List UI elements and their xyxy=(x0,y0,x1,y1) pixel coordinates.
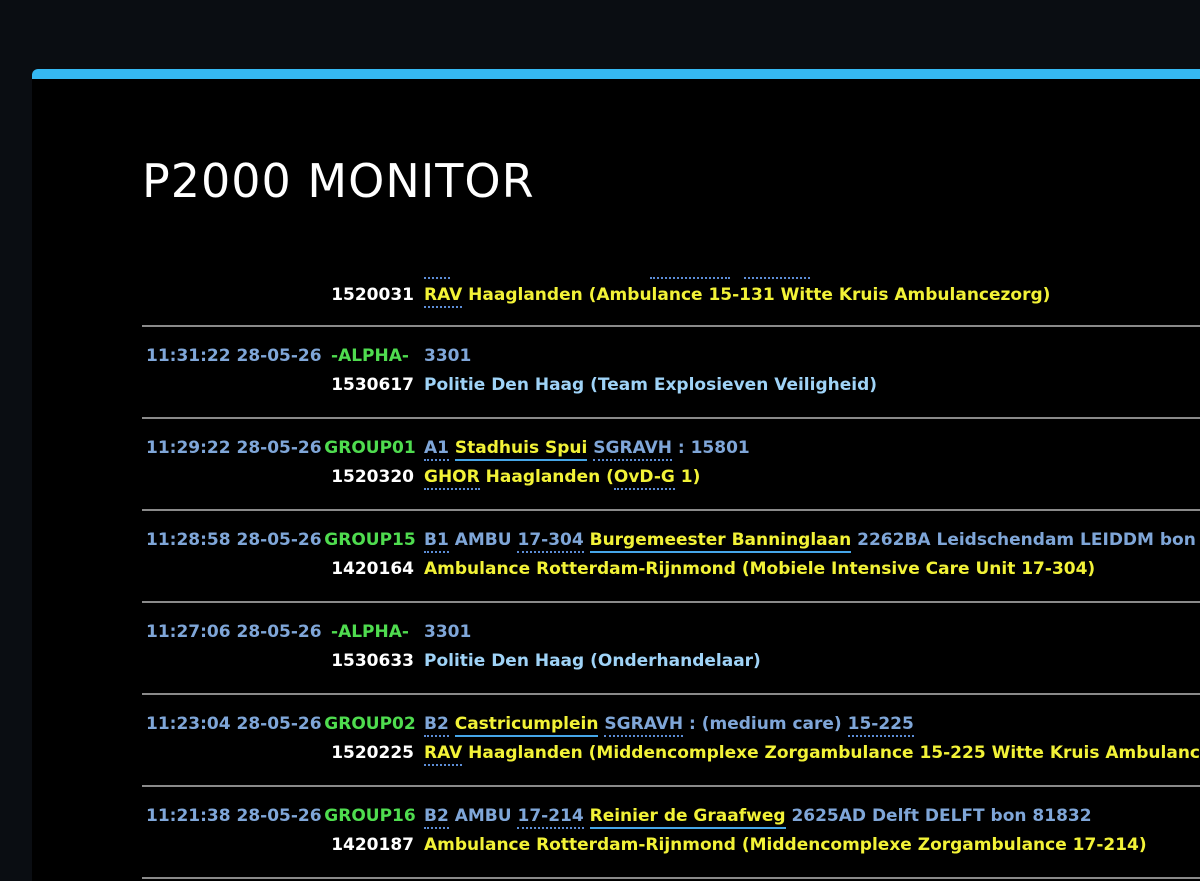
recipient-text: GHOR Haaglanden (OvD-G 1) xyxy=(424,466,701,490)
street-link[interactable]: Reinier de Graafweg xyxy=(589,806,786,829)
message-row: 11:21:38 28-05-26 GROUP16 B2 AMBU 17-214… xyxy=(142,787,1200,879)
message-row: 11:29:22 28-05-26 GROUP01 A1 Stadhuis Sp… xyxy=(142,419,1200,511)
recipient-text: Ambulance Rotterdam-Rijnmond (Mobiele In… xyxy=(424,559,1096,579)
organization-link[interactable]: GHOR xyxy=(424,467,480,490)
priority-link[interactable]: B1 xyxy=(424,530,449,553)
priority-link[interactable]: A1 xyxy=(424,438,449,461)
message-text: B1 AMBU 17-304 Burgemeester Banninglaan … xyxy=(424,529,1200,553)
priority-link[interactable]: B2 xyxy=(424,714,449,737)
recipient-text: Ambulance Rotterdam-Rijnmond (Middencomp… xyxy=(424,835,1147,855)
recipient-detail: Haaglanden (Middencomplexe Zorgambulance… xyxy=(462,743,1200,763)
timestamp: 11:23:04 28-05-26 xyxy=(146,714,322,734)
unit-link[interactable]: OvD-G xyxy=(613,467,675,490)
recipient-detail-end: 1) xyxy=(674,467,701,487)
message-text: B2 Castricumplein SGRAVH : (medium care)… xyxy=(424,713,914,737)
capcode: 1530617 xyxy=(331,375,414,395)
recipient-text: RAV Haaglanden (Middencomplexe Zorgambul… xyxy=(424,742,1200,766)
dotted-link-underline xyxy=(424,277,450,279)
recipient-text: RAV Haaglanden (Ambulance 15-131 Witte K… xyxy=(424,284,1051,308)
message-feed: 1520031 RAV Haaglanden (Ambulance 15-131… xyxy=(142,277,1200,879)
message-row: 11:27:06 28-05-26 -ALPHA- 3301 1530633 P… xyxy=(142,603,1200,695)
organization-link[interactable]: RAV xyxy=(424,285,463,308)
message-text: A1 Stadhuis Spui SGRAVH : 15801 xyxy=(424,437,750,461)
dotted-link-underline xyxy=(650,277,730,279)
recipient-detail: Haaglanden ( xyxy=(479,467,614,487)
message-row: 11:28:58 28-05-26 GROUP15 B1 AMBU 17-304… xyxy=(142,511,1200,603)
group-label: -ALPHA- xyxy=(331,622,409,642)
message-text: B2 AMBU 17-214 Reinier de Graafweg 2625A… xyxy=(424,805,1092,829)
message-rest: 2625AD Delft DELFT bon 81832 xyxy=(785,806,1092,826)
timestamp: 11:27:06 28-05-26 xyxy=(146,622,322,642)
message-mid: AMBU xyxy=(448,806,518,826)
recipient-text: Politie Den Haag (Team Explosieven Veili… xyxy=(424,375,878,395)
unit-link[interactable]: 17-304 xyxy=(517,530,584,553)
capcode: 1530633 xyxy=(331,651,414,671)
capcode: 1420164 xyxy=(331,559,414,579)
recipient-detail: Haaglanden (Ambulance 15-131 Witte Kruis… xyxy=(462,285,1051,305)
unit-link[interactable]: 15-225 xyxy=(847,714,914,737)
message-mid: AMBU xyxy=(448,530,518,550)
dotted-link-underline xyxy=(744,277,810,279)
group-label: GROUP01 xyxy=(324,438,416,458)
capcode: 1520031 xyxy=(331,285,414,305)
message-row: 1520031 RAV Haaglanden (Ambulance 15-131… xyxy=(142,277,1200,327)
city-link[interactable]: SGRAVH xyxy=(604,714,684,737)
message-rest: : 15801 xyxy=(671,438,750,458)
timestamp: 11:21:38 28-05-26 xyxy=(146,806,322,826)
monitor-panel: P2000 MONITOR 1520031 RAV Haaglanden (Am… xyxy=(32,69,1200,881)
message-rest: 2262BA Leidschendam LEIDDM bon 818 xyxy=(851,530,1200,550)
group-label: GROUP15 xyxy=(324,530,416,550)
page-title: P2000 MONITOR xyxy=(142,154,535,208)
capcode: 1520225 xyxy=(331,743,414,763)
group-label: GROUP16 xyxy=(324,806,416,826)
street-link[interactable]: Stadhuis Spui xyxy=(454,438,588,461)
message-text: 3301 xyxy=(424,622,472,642)
message-rest: : (medium care) xyxy=(683,714,848,734)
timestamp: 11:29:22 28-05-26 xyxy=(146,438,322,458)
message-text: 3301 xyxy=(424,346,472,366)
timestamp: 11:28:58 28-05-26 xyxy=(146,530,322,550)
timestamp: 11:31:22 28-05-26 xyxy=(146,346,322,366)
capcode: 1520320 xyxy=(331,467,414,487)
group-label: GROUP02 xyxy=(324,714,416,734)
message-row: 11:31:22 28-05-26 -ALPHA- 3301 1530617 P… xyxy=(142,327,1200,419)
street-link[interactable]: Castricumplein xyxy=(454,714,599,737)
accent-bar xyxy=(32,69,1200,79)
priority-link[interactable]: B2 xyxy=(424,806,449,829)
capcode: 1420187 xyxy=(331,835,414,855)
street-link[interactable]: Burgemeester Banninglaan xyxy=(589,530,852,553)
organization-link[interactable]: RAV xyxy=(424,743,463,766)
message-row: 11:23:04 28-05-26 GROUP02 B2 Castricumpl… xyxy=(142,695,1200,787)
city-link[interactable]: SGRAVH xyxy=(593,438,672,461)
group-label: -ALPHA- xyxy=(331,346,409,366)
unit-link[interactable]: 17-214 xyxy=(517,806,584,829)
recipient-text: Politie Den Haag (Onderhandelaar) xyxy=(424,651,761,671)
